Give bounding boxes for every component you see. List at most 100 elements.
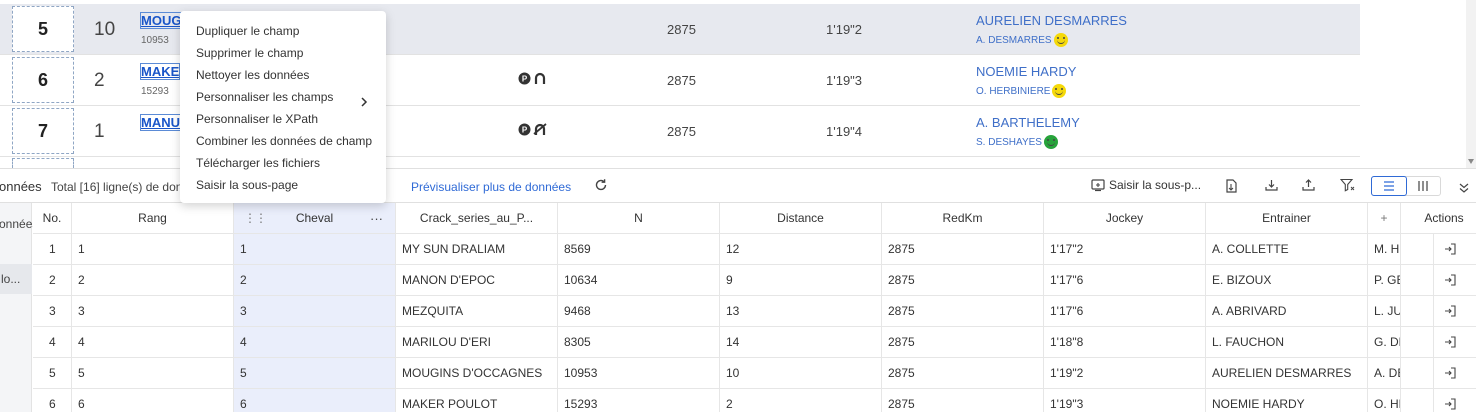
table-cell[interactable]: O. HERBINIERE bbox=[1368, 389, 1401, 412]
row-number-cell: 2 bbox=[33, 265, 72, 296]
horse-name-link[interactable]: MANU bbox=[140, 114, 181, 131]
table-cell[interactable]: 2875 bbox=[882, 296, 1044, 327]
table-cell[interactable]: MARILOU D'ERI bbox=[396, 327, 558, 358]
jockey-link[interactable]: AURELIEN DESMARRES bbox=[976, 13, 1127, 28]
open-row-icon[interactable] bbox=[1444, 336, 1456, 348]
table-cell[interactable]: 3 bbox=[234, 296, 396, 327]
context-menu-item[interactable]: Dupliquer le champ bbox=[180, 20, 386, 42]
table-cell[interactable]: P. GENDRY bbox=[1368, 265, 1401, 296]
enter-subpage-button[interactable]: Saisir la sous-p... bbox=[1091, 178, 1201, 192]
context-menu-item[interactable]: Saisir la sous-page bbox=[180, 174, 386, 196]
open-row-icon[interactable] bbox=[1444, 305, 1456, 317]
trainer-link[interactable]: A. DESMARRES bbox=[976, 33, 1068, 47]
table-cell[interactable]: 5 bbox=[234, 358, 396, 389]
table-cell[interactable]: 2875 bbox=[882, 265, 1044, 296]
table-cell[interactable]: 1'17"6 bbox=[1044, 265, 1206, 296]
upload-icon[interactable] bbox=[1301, 178, 1316, 197]
table-cell[interactable]: 2 bbox=[72, 265, 234, 296]
horse-name-link[interactable]: MOUG bbox=[139, 12, 183, 29]
context-menu-item[interactable]: Personnaliser les champs bbox=[180, 86, 386, 108]
add-column-button[interactable]: + bbox=[1368, 203, 1401, 234]
context-menu-item[interactable]: Supprimer le champ bbox=[180, 42, 386, 64]
table-cell[interactable]: 10 bbox=[720, 358, 882, 389]
more-options-icon[interactable]: ··· bbox=[370, 203, 383, 233]
table-cell[interactable]: 2875 bbox=[882, 327, 1044, 358]
table-cell[interactable]: 4 bbox=[234, 327, 396, 358]
table-cell[interactable]: 1'19"3 bbox=[1044, 389, 1206, 412]
table-cell[interactable]: 1 bbox=[72, 234, 234, 265]
table-cell[interactable]: 10953 bbox=[558, 358, 720, 389]
table-cell[interactable]: 8569 bbox=[558, 234, 720, 265]
table-cell[interactable]: A. DESMARRES bbox=[1368, 358, 1401, 389]
table-cell[interactable]: 1'18"8 bbox=[1044, 327, 1206, 358]
preview-scrollbar[interactable] bbox=[1466, 0, 1476, 168]
table-cell[interactable]: 2875 bbox=[882, 389, 1044, 412]
table-cell[interactable]: 1 bbox=[234, 234, 396, 265]
table-cell[interactable]: 15293 bbox=[558, 389, 720, 412]
collapse-icon[interactable] bbox=[1459, 180, 1469, 198]
table-cell[interactable]: L. JUBLOT bbox=[1368, 296, 1401, 327]
context-menu-item[interactable]: Nettoyer les données bbox=[180, 64, 386, 86]
table-cell[interactable]: MY SUN DRALIAM bbox=[396, 234, 558, 265]
table-cell[interactable]: MANON D'EPOC bbox=[396, 265, 558, 296]
preview-more-link[interactable]: Prévisualiser plus de données bbox=[411, 180, 571, 194]
distance-value: 2875 bbox=[667, 73, 696, 88]
table-cell[interactable]: 14 bbox=[720, 327, 882, 358]
table-cell[interactable]: 13 bbox=[720, 296, 882, 327]
table-cell[interactable]: 1'19"2 bbox=[1044, 358, 1206, 389]
table-cell[interactable]: A. COLLETTE bbox=[1206, 234, 1368, 265]
context-menu-item[interactable]: Personnaliser le XPath bbox=[180, 108, 386, 130]
drag-handle-icon[interactable]: ⋮⋮ bbox=[244, 203, 267, 233]
row-number-cell: 5 bbox=[33, 358, 72, 389]
table-cell[interactable]: 2875 bbox=[882, 234, 1044, 265]
open-row-icon[interactable] bbox=[1444, 274, 1456, 286]
download-icon[interactable] bbox=[1264, 178, 1279, 197]
filter-icon[interactable] bbox=[1339, 178, 1355, 197]
table-cell[interactable]: 8305 bbox=[558, 327, 720, 358]
table-cell[interactable]: 5 bbox=[72, 358, 234, 389]
trainer-link[interactable]: S. DESHAYES bbox=[976, 135, 1058, 149]
list-view-button[interactable] bbox=[1371, 176, 1407, 196]
column-view-button[interactable] bbox=[1406, 177, 1440, 195]
table-cell[interactable]: 6 bbox=[72, 389, 234, 412]
horse-name-link[interactable]: MAKE bbox=[139, 63, 181, 80]
table-cell[interactable]: 1'17"2 bbox=[1044, 234, 1206, 265]
scroll-down-arrow-icon[interactable] bbox=[1468, 159, 1474, 164]
table-cell[interactable]: MEZQUITA bbox=[396, 296, 558, 327]
column-header[interactable]: Cheval ⋮⋮ ··· bbox=[234, 203, 396, 234]
table-cell[interactable]: NOEMIE HARDY bbox=[1206, 389, 1368, 412]
context-menu-item[interactable]: Télécharger les fichiers bbox=[180, 152, 386, 174]
context-menu-item[interactable]: Combiner les données de champ bbox=[180, 130, 386, 152]
jockey-link[interactable]: A. BARTHELEMY bbox=[976, 115, 1080, 130]
table-cell[interactable]: MOUGINS D'OCCAGNES bbox=[396, 358, 558, 389]
table-cell[interactable]: G. DELACOUR bbox=[1368, 327, 1401, 358]
table-cell[interactable]: MAKER POULOT bbox=[396, 389, 558, 412]
total-rows-label: Total [16] ligne(s) de don bbox=[51, 180, 183, 194]
table-cell[interactable]: M. HELBERT bbox=[1368, 234, 1401, 265]
open-row-icon[interactable] bbox=[1444, 367, 1456, 379]
table-cell[interactable]: A. ABRIVARD bbox=[1206, 296, 1368, 327]
jockey-link[interactable]: NOEMIE HARDY bbox=[976, 64, 1076, 79]
open-row-icon[interactable] bbox=[1444, 398, 1456, 410]
table-cell[interactable]: 3 bbox=[72, 296, 234, 327]
table-cell[interactable]: 10634 bbox=[558, 265, 720, 296]
table-cell[interactable]: 9 bbox=[720, 265, 882, 296]
table-cell[interactable]: L. FAUCHON bbox=[1206, 327, 1368, 358]
table-cell[interactable]: 4 bbox=[72, 327, 234, 358]
table-cell[interactable]: AURELIEN DESMARRES bbox=[1206, 358, 1368, 389]
refresh-icon[interactable] bbox=[594, 178, 608, 197]
trainer-link[interactable]: O. HERBINIERE bbox=[976, 84, 1067, 98]
table-cell[interactable]: 1'17"6 bbox=[1044, 296, 1206, 327]
open-row-icon[interactable] bbox=[1444, 243, 1456, 255]
left-panel-item-selected[interactable]: lo... bbox=[0, 264, 32, 294]
table-cell[interactable]: 2875 bbox=[882, 358, 1044, 389]
table-cell[interactable]: 6 bbox=[234, 389, 396, 412]
table-cell[interactable]: 9468 bbox=[558, 296, 720, 327]
table-cell[interactable]: 2 bbox=[234, 265, 396, 296]
empty-cell bbox=[1401, 327, 1434, 358]
table-cell[interactable]: 12 bbox=[720, 234, 882, 265]
column-header: Jockey bbox=[1044, 203, 1206, 234]
export-page-icon[interactable] bbox=[1224, 178, 1238, 199]
table-cell[interactable]: 2 bbox=[720, 389, 882, 412]
table-cell[interactable]: E. BIZOUX bbox=[1206, 265, 1368, 296]
